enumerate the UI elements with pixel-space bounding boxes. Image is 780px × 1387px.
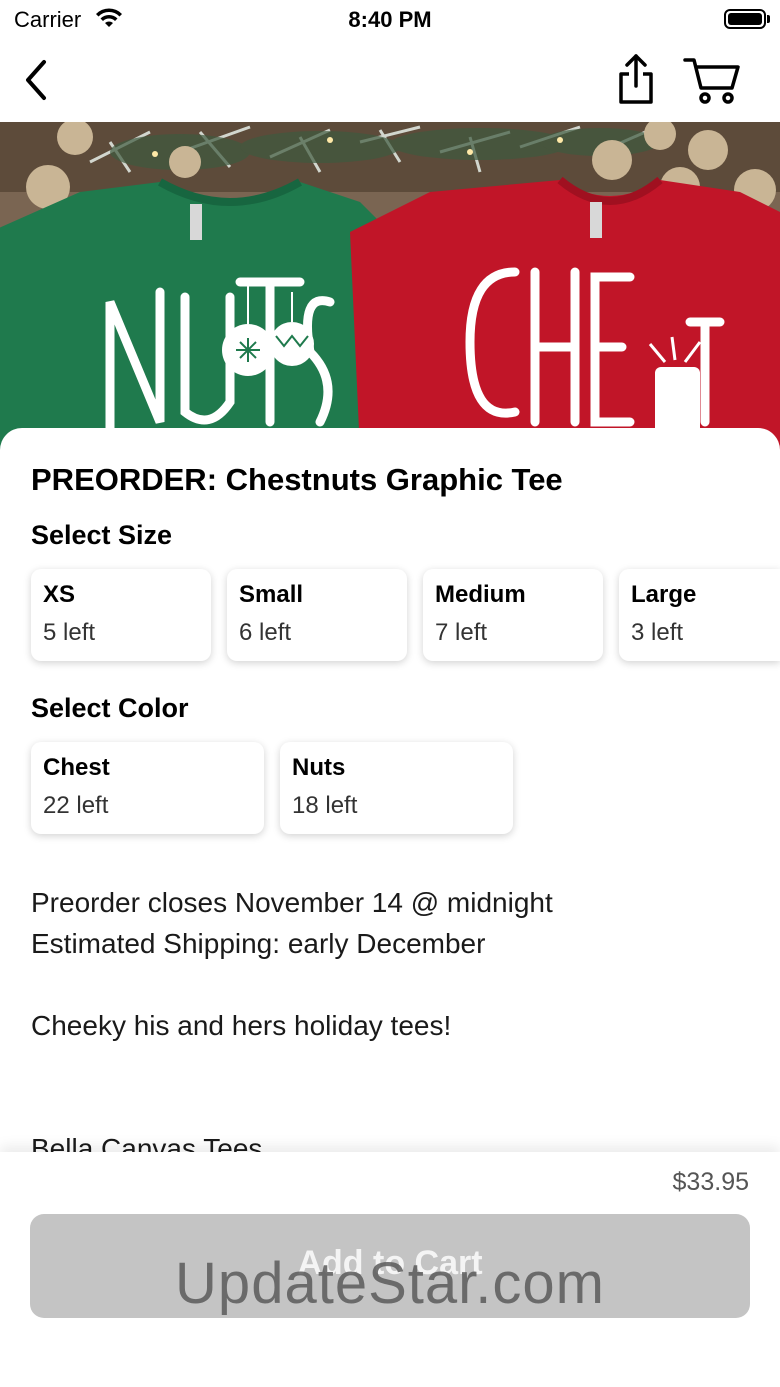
size-option-xs[interactable]: XS 5 left — [31, 569, 211, 661]
clock: 8:40 PM — [348, 7, 432, 32]
size-name: XS — [43, 581, 76, 608]
cart-button[interactable] — [682, 54, 742, 106]
size-option-medium[interactable]: Medium 7 left — [423, 569, 603, 661]
share-icon — [619, 54, 653, 104]
size-stock: 5 left — [43, 619, 96, 646]
back-button[interactable] — [18, 56, 58, 104]
status-bar: Carrier 8:40 PM — [0, 0, 780, 40]
size-name: Medium — [435, 581, 526, 608]
watermark: UpdateStar.com — [175, 1251, 605, 1316]
battery-icon — [724, 9, 766, 29]
product-title: PREORDER: Chestnuts Graphic Tee — [31, 462, 563, 497]
size-stock: 7 left — [435, 619, 488, 646]
color-stock: 18 left — [292, 792, 358, 819]
chevron-left-icon — [26, 60, 46, 100]
description-line: Cheeky his and hers holiday tees! — [31, 1010, 452, 1041]
size-name: Large — [631, 581, 697, 608]
product-description: Preorder closes November 14 @ midnight E… — [31, 882, 751, 1169]
description-line: Estimated Shipping: early December — [31, 928, 486, 959]
description-line: Preorder closes November 14 @ midnight — [31, 887, 553, 918]
size-option-large[interactable]: Large 3 left — [619, 569, 780, 661]
select-size-label: Select Size — [31, 520, 173, 550]
color-name: Chest — [43, 754, 110, 781]
cart-icon — [683, 58, 740, 104]
color-stock: 22 left — [43, 792, 109, 819]
size-stock: 6 left — [239, 619, 292, 646]
color-option-nuts[interactable]: Nuts 18 left — [280, 742, 513, 834]
color-name: Nuts — [292, 754, 346, 781]
select-color-label: Select Color — [31, 693, 189, 723]
navigation-bar — [0, 40, 780, 122]
product-photo — [0, 122, 780, 452]
battery-cap — [767, 15, 770, 23]
size-stock: 3 left — [631, 619, 684, 646]
product-image — [0, 122, 780, 452]
price-label: $33.95 — [672, 1168, 749, 1196]
size-name: Small — [239, 581, 304, 608]
share-button[interactable] — [612, 52, 660, 108]
size-option-small[interactable]: Small 6 left — [227, 569, 407, 661]
color-option-chest[interactable]: Chest 22 left — [31, 742, 264, 834]
